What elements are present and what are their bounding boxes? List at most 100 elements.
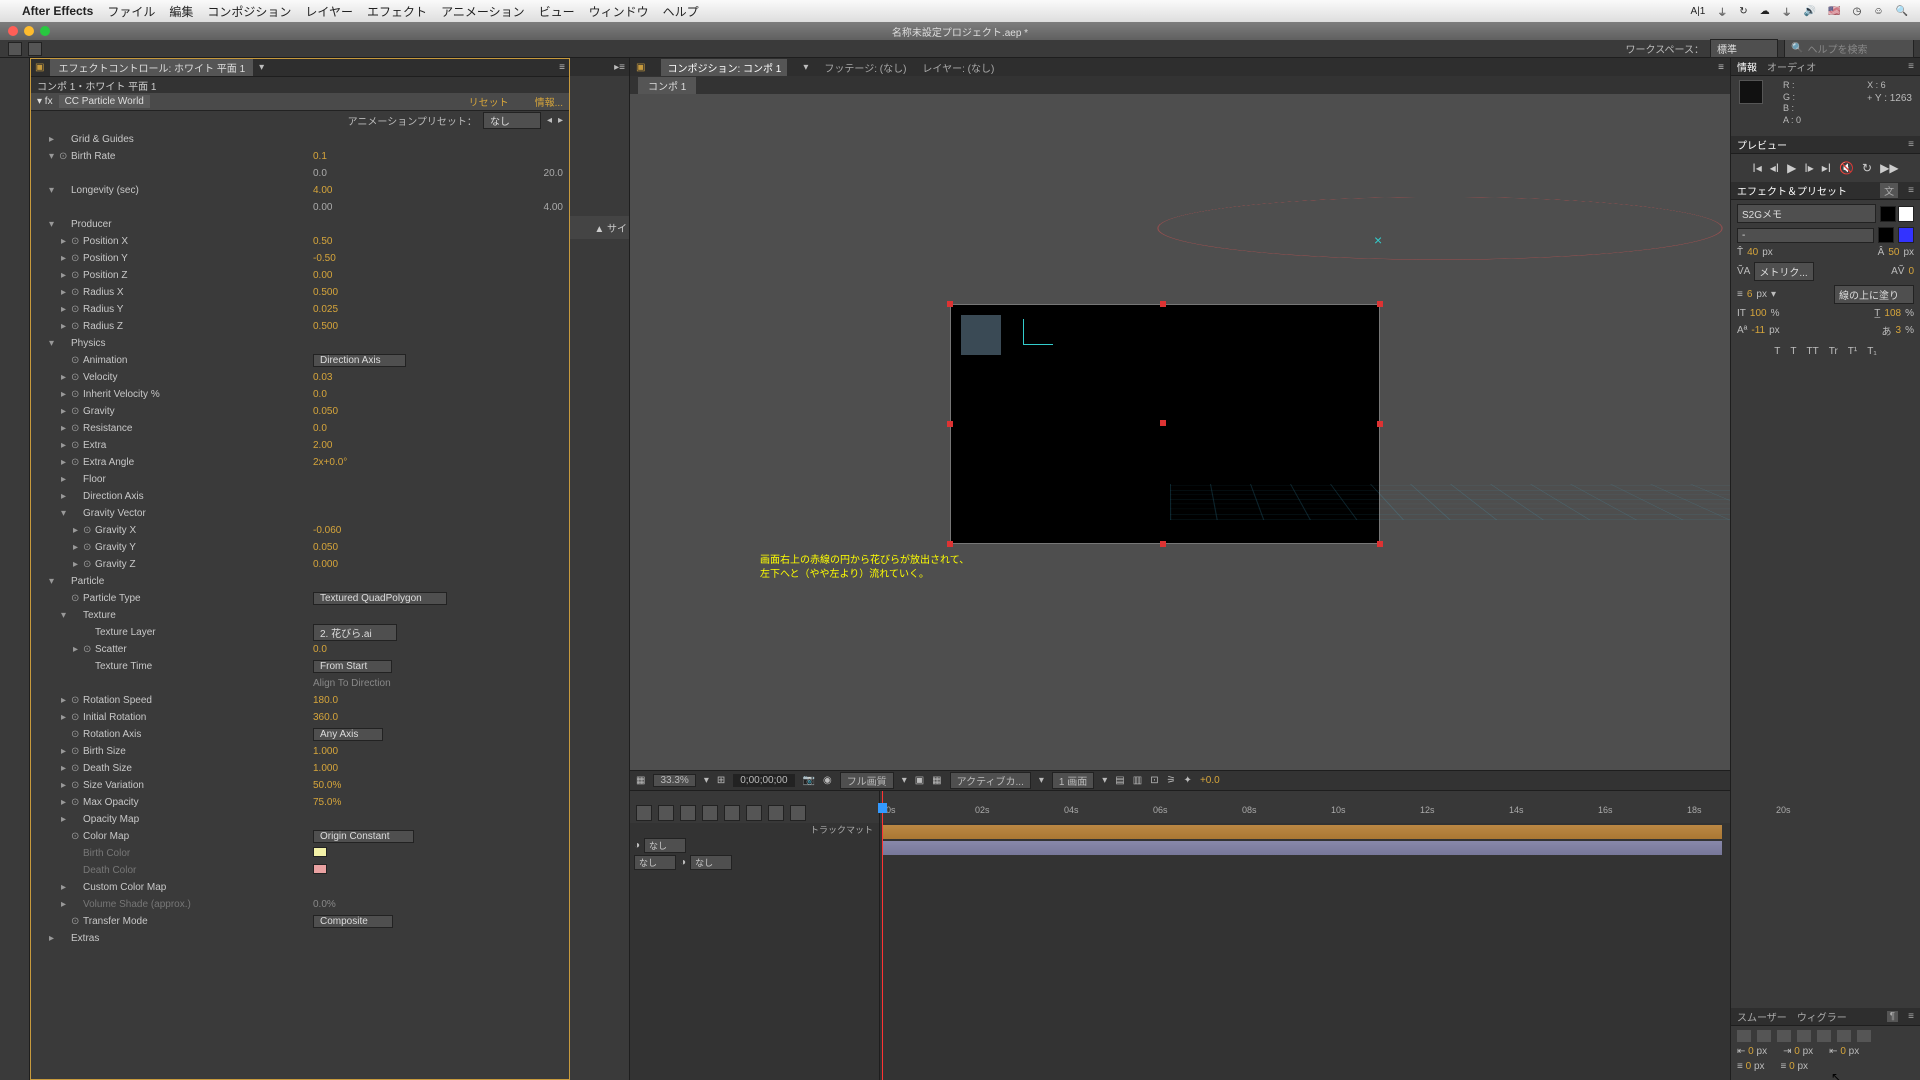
twirl-icon[interactable]: ▸	[61, 474, 71, 485]
property-row[interactable]: ▸⊙Size Variation50.0%	[37, 777, 563, 794]
layer-bar-1[interactable]	[882, 825, 1722, 839]
fast-preview-icon[interactable]: ▥	[1133, 775, 1142, 786]
twirl-icon[interactable]: ▸	[61, 746, 71, 757]
stopwatch-icon[interactable]: ⊙	[71, 372, 83, 383]
tl-tool-2[interactable]	[658, 805, 674, 821]
justify-all-icon[interactable]	[1857, 1030, 1871, 1042]
stopwatch-icon[interactable]: ⊙	[71, 780, 83, 791]
property-row[interactable]: ⊙Transfer ModeComposite	[37, 913, 563, 930]
twirl-icon[interactable]: ▸	[61, 491, 71, 502]
property-row[interactable]: ▸Floor	[37, 471, 563, 488]
justify-center-icon[interactable]	[1817, 1030, 1831, 1042]
property-row[interactable]: ▸⊙Gravity Z0.000	[37, 556, 563, 573]
property-row[interactable]: ▸⊙Birth Size1.000	[37, 743, 563, 760]
fill-swatch[interactable]	[1880, 206, 1896, 222]
property-row[interactable]: ▸⊙Position X0.50	[37, 233, 563, 250]
fx-toggle-icon[interactable]: ▾ fx	[37, 96, 53, 107]
property-dropdown[interactable]: 2. 花びら.ai	[313, 624, 397, 641]
stopwatch-icon[interactable]: ⊙	[59, 151, 71, 162]
char-menu-icon[interactable]: ≡	[1908, 185, 1914, 196]
twirl-icon[interactable]: ▸	[61, 712, 71, 723]
property-row[interactable]: 0.020.0	[37, 165, 563, 182]
twirl-icon[interactable]: ▸	[61, 287, 71, 298]
tab-effects-presets[interactable]: エフェクト＆プリセット	[1737, 183, 1847, 198]
ram-preview-button[interactable]: ▶▶	[1880, 161, 1898, 175]
channel-icon[interactable]: ◉	[823, 775, 832, 786]
property-value[interactable]: Align To Direction	[313, 678, 563, 689]
tab-composition[interactable]: コンポジション: コンポ 1	[661, 59, 787, 76]
property-value[interactable]: 0.0	[313, 389, 563, 400]
stopwatch-icon[interactable]: ⊙	[71, 746, 83, 757]
stopwatch-icon[interactable]: ⊙	[71, 321, 83, 332]
effect-controls-tab[interactable]: エフェクトコントロール: ホワイト 平面 1	[50, 59, 253, 76]
twirl-icon[interactable]: ▸	[61, 882, 71, 893]
composition-viewer[interactable]: × 画面右上の赤線の円から花びらが放出されて、 左下へと（やや左より）流れていく…	[630, 94, 1730, 770]
property-value[interactable]: 50.0%	[313, 780, 563, 791]
property-value[interactable]: 0.0	[313, 423, 563, 434]
color-swatch[interactable]	[313, 864, 327, 874]
stopwatch-icon[interactable]: ⊙	[71, 423, 83, 434]
indent-right-value[interactable]: 0	[1840, 1046, 1846, 1057]
property-row[interactable]: ▸⊙Death Size1.000	[37, 760, 563, 777]
property-row[interactable]: ▸⊙Max Opacity75.0%	[37, 794, 563, 811]
tab-smoother[interactable]: スムーザー	[1737, 1009, 1787, 1024]
stopwatch-icon[interactable]: ⊙	[71, 270, 83, 281]
property-row[interactable]: 0.004.00	[37, 199, 563, 216]
timeline-track-area[interactable]: 0s02s04s06s08s10s12s14s16s18s20s	[880, 791, 1730, 1080]
stopwatch-icon[interactable]: ⊙	[83, 559, 95, 570]
property-row[interactable]: ▸Opacity Map	[37, 811, 563, 828]
tl-tool-5[interactable]	[724, 805, 740, 821]
res-icon[interactable]: ⊞	[717, 775, 725, 786]
tl-tool-7[interactable]	[768, 805, 784, 821]
always-preview-icon[interactable]: ▦	[636, 775, 645, 786]
tsume-value[interactable]: 3	[1896, 325, 1902, 336]
property-row[interactable]: Death Color	[37, 862, 563, 879]
wifi2-icon[interactable]: ⏚	[1782, 4, 1792, 19]
tl-tool-1[interactable]	[636, 805, 652, 821]
color-picker-blue[interactable]	[1898, 227, 1914, 243]
property-row[interactable]: ▸⊙Inherit Velocity %0.0	[37, 386, 563, 403]
property-value[interactable]: 0.1	[313, 151, 563, 162]
twirl-icon[interactable]: ▸	[61, 389, 71, 400]
twirl-icon[interactable]: ▾	[49, 338, 59, 349]
property-value[interactable]: -0.50	[313, 253, 563, 264]
stopwatch-icon[interactable]: ⊙	[83, 644, 95, 655]
info-link[interactable]: 情報...	[535, 94, 563, 109]
twirl-icon[interactable]: ▸	[73, 644, 83, 655]
preset-prev-icon[interactable]: ◂	[547, 115, 552, 126]
stopwatch-icon[interactable]: ⊙	[71, 355, 83, 366]
twirl-icon[interactable]: ▾	[49, 576, 59, 587]
mode-eye-icon[interactable]: ◑	[634, 840, 640, 851]
property-row[interactable]: ▾Gravity Vector	[37, 505, 563, 522]
menu-composition[interactable]: コンポジション	[207, 3, 291, 20]
tool-selection[interactable]	[8, 42, 22, 56]
indent-left-value[interactable]: 0	[1748, 1046, 1754, 1057]
twirl-icon[interactable]: ▾	[49, 151, 59, 162]
property-row[interactable]: ▸⊙Gravity X-0.060	[37, 522, 563, 539]
stopwatch-icon[interactable]: ⊙	[71, 457, 83, 468]
tab-dropdown-icon[interactable]: ▾	[259, 62, 264, 73]
menu-effect[interactable]: エフェクト	[367, 3, 427, 20]
property-row[interactable]: ▸⊙Gravity0.050	[37, 403, 563, 420]
property-row[interactable]: ▸⊙Extra2.00	[37, 437, 563, 454]
tool-hand[interactable]	[28, 42, 42, 56]
property-value[interactable]: 75.0%	[313, 797, 563, 808]
twirl-icon[interactable]: ▸	[61, 814, 71, 825]
property-dropdown[interactable]: Origin Constant	[313, 830, 414, 843]
preset-select[interactable]: なし	[483, 112, 541, 129]
property-row[interactable]: Texture Layer2. 花びら.ai	[37, 624, 563, 641]
property-value[interactable]: 1.000	[313, 746, 563, 757]
align-center-icon[interactable]	[1757, 1030, 1771, 1042]
tl-tool-8[interactable]	[790, 805, 806, 821]
stopwatch-icon[interactable]: ⊙	[83, 525, 95, 536]
twirl-icon[interactable]: ▸	[61, 457, 71, 468]
align-left-icon[interactable]	[1737, 1030, 1751, 1042]
menu-window[interactable]: ウィンドウ	[589, 3, 649, 20]
exposure-value[interactable]: +0.0	[1200, 775, 1220, 786]
property-row[interactable]: ▸⊙Position Y-0.50	[37, 250, 563, 267]
help-search-input[interactable]: 🔍 ヘルプを検索	[1784, 39, 1914, 58]
property-row[interactable]: ▸Direction Axis	[37, 488, 563, 505]
property-row[interactable]: ▾Longevity (sec)4.00	[37, 182, 563, 199]
menu-file[interactable]: ファイル	[107, 3, 155, 20]
property-value[interactable]: 0.0%	[313, 899, 563, 910]
